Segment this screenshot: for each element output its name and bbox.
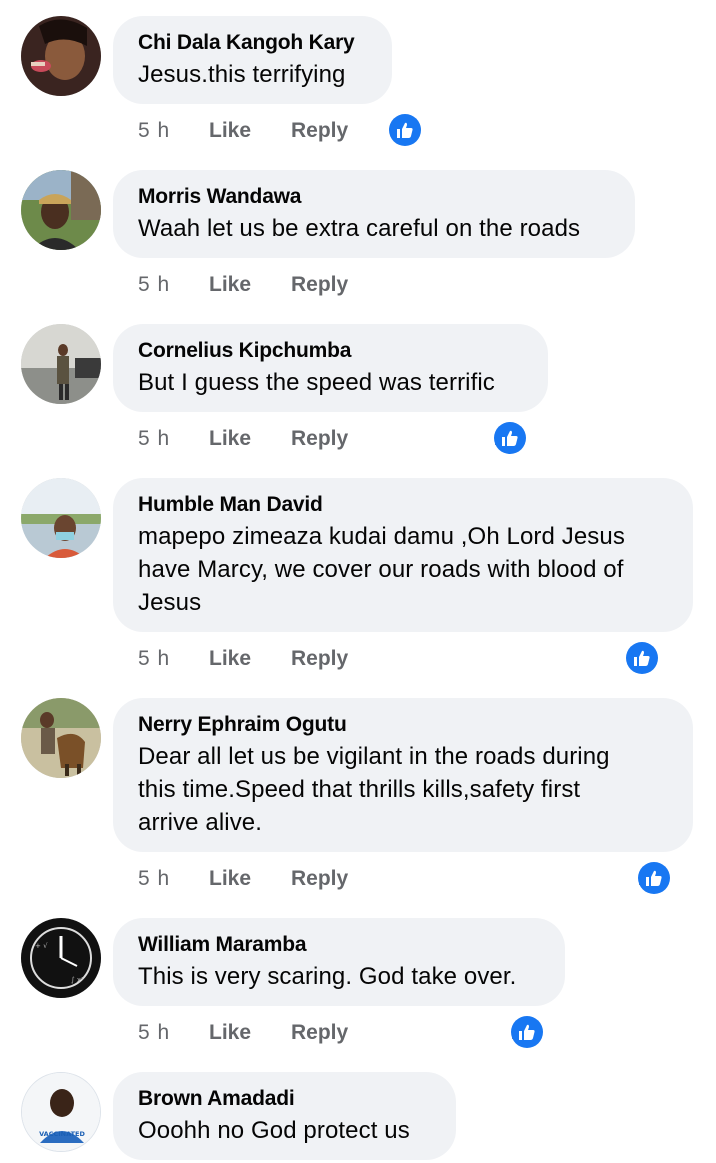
- reaction-summary[interactable]: 1: [389, 114, 421, 146]
- comment-text: This is very scaring. God take over.: [138, 963, 517, 990]
- avatar[interactable]: [21, 478, 101, 558]
- comment-bubble: William Maramba This is very scaring. Go…: [113, 918, 565, 1006]
- like-thumb-icon: [638, 862, 670, 894]
- reaction-summary[interactable]: 2: [638, 862, 670, 894]
- comment-actions: 5 h Like Reply 1: [138, 114, 698, 146]
- avatar[interactable]: VACCINATED: [21, 1072, 101, 1152]
- comment-text: But I guess the speed was terrific: [138, 369, 495, 396]
- reaction-summary[interactable]: 2: [511, 1016, 543, 1048]
- comment-timestamp[interactable]: 5 h: [138, 1018, 170, 1048]
- comment-text: Jesus.this terrifying: [138, 61, 346, 88]
- comment-bubble: Cornelius Kipchumba But I guess the spee…: [113, 324, 548, 412]
- comment-bubble: Morris Wandawa Waah let us be extra care…: [113, 170, 635, 258]
- comment-author[interactable]: Morris Wandawa: [138, 184, 609, 210]
- reaction-summary[interactable]: 2: [494, 422, 526, 454]
- reply-button[interactable]: Reply: [291, 864, 348, 894]
- like-thumb-icon: [626, 642, 658, 674]
- comment-text: Waah let us be extra careful on the road…: [138, 215, 581, 242]
- comment-actions: 5 h Like Reply 12: [138, 642, 698, 674]
- avatar[interactable]: [21, 698, 101, 778]
- comment-actions: 5 h Like Reply 2: [138, 422, 698, 454]
- comment-text: Dear all let us be vigilant in the roads…: [138, 743, 610, 836]
- comment-actions: 5 h Like Reply 2: [138, 862, 698, 894]
- reaction-summary[interactable]: 12: [626, 642, 658, 674]
- comment-actions: 5 h Like Reply: [138, 270, 698, 300]
- comment-timestamp[interactable]: 5 h: [138, 644, 170, 674]
- comment-timestamp[interactable]: 5 h: [138, 424, 170, 454]
- like-button[interactable]: Like: [209, 116, 251, 146]
- comment-timestamp[interactable]: 5 h: [138, 864, 170, 894]
- comment-bubble: Nerry Ephraim Ogutu Dear all let us be v…: [113, 698, 693, 852]
- reply-button[interactable]: Reply: [291, 424, 348, 454]
- like-thumb-icon: [494, 422, 526, 454]
- avatar[interactable]: [21, 170, 101, 250]
- comment-text: mapepo zimeaza kudai damu ,Oh Lord Jesus…: [138, 523, 625, 616]
- reply-button[interactable]: Reply: [291, 116, 348, 146]
- vaccinated-badge: VACCINATED: [39, 1130, 85, 1138]
- avatar[interactable]: [21, 16, 101, 96]
- like-button[interactable]: Like: [209, 864, 251, 894]
- comment-author[interactable]: Brown Amadadi: [138, 1086, 430, 1112]
- avatar[interactable]: + √ ∫ x²: [21, 918, 101, 998]
- comment-author[interactable]: Nerry Ephraim Ogutu: [138, 712, 667, 738]
- like-thumb-icon: [511, 1016, 543, 1048]
- svg-text:+ √: + √: [35, 942, 48, 950]
- like-button[interactable]: Like: [209, 270, 251, 300]
- like-thumb-icon: [389, 114, 421, 146]
- comment-author[interactable]: William Maramba: [138, 932, 539, 958]
- svg-text:∫ x²: ∫ x²: [71, 976, 84, 984]
- comment-actions: 5 h Like Reply 2: [138, 1016, 698, 1048]
- comment-timestamp[interactable]: 5 h: [138, 116, 170, 146]
- like-button[interactable]: Like: [209, 1018, 251, 1048]
- comment-bubble: Humble Man David mapepo zimeaza kudai da…: [113, 478, 693, 632]
- like-button[interactable]: Like: [209, 644, 251, 674]
- reply-button[interactable]: Reply: [291, 1018, 348, 1048]
- comment-bubble: Brown Amadadi Ooohh no God protect us: [113, 1072, 456, 1160]
- reply-button[interactable]: Reply: [291, 270, 348, 300]
- reply-button[interactable]: Reply: [291, 644, 348, 674]
- like-button[interactable]: Like: [209, 424, 251, 454]
- comment-author[interactable]: Chi Dala Kangoh Kary: [138, 30, 366, 56]
- comment-author[interactable]: Humble Man David: [138, 492, 667, 518]
- comment-bubble: Chi Dala Kangoh Kary Jesus.this terrifyi…: [113, 16, 392, 104]
- comment-text: Ooohh no God protect us: [138, 1117, 410, 1144]
- comment-timestamp[interactable]: 5 h: [138, 270, 170, 300]
- comment-author[interactable]: Cornelius Kipchumba: [138, 338, 522, 364]
- avatar[interactable]: [21, 324, 101, 404]
